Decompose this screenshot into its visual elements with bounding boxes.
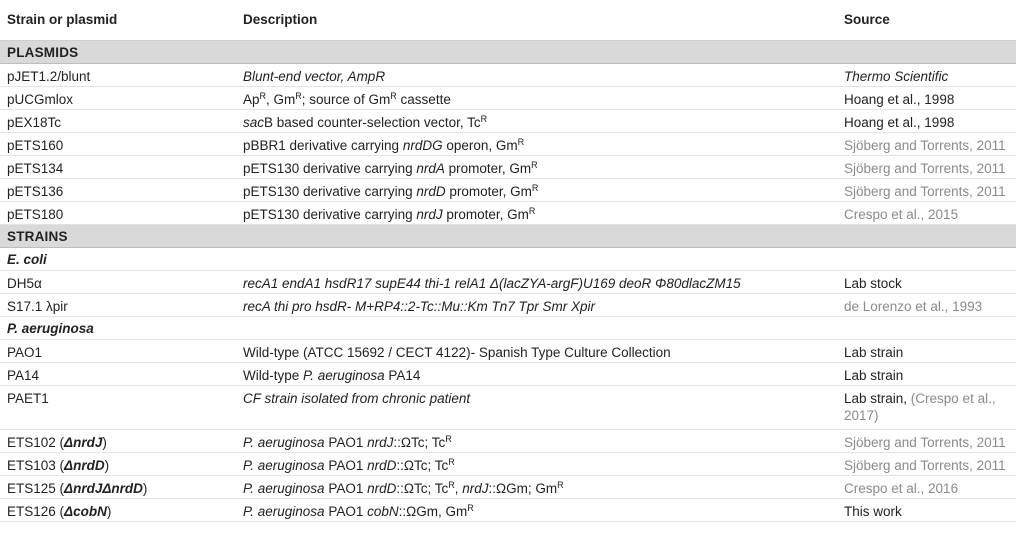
- row-source: This work: [844, 504, 902, 519]
- row-description: pBBR1 derivative carrying nrdDG operon, …: [243, 137, 525, 154]
- row-description: Wild-type (ATCC 15692 / CECT 4122)- Span…: [243, 345, 671, 360]
- row-name: pETS136: [7, 184, 64, 199]
- table-row: S17.1 λpir recA thi pro hsdR- M+RP4::2-T…: [0, 294, 1016, 317]
- section-strains: STRAINS: [0, 225, 1016, 248]
- row-source: Sjöberg and Torrents, 2011: [844, 138, 1006, 153]
- table-row: PAET1 CF strain isolated from chronic pa…: [0, 386, 1016, 430]
- group-label: E. coli: [7, 252, 47, 267]
- row-source: Lab strain: [844, 345, 904, 360]
- header-strain: Strain or plasmid: [7, 12, 118, 27]
- row-source: Crespo et al., 2015: [844, 207, 959, 222]
- header-source: Source: [844, 12, 890, 27]
- row-source: Hoang et al., 1998: [844, 92, 955, 107]
- group-ecoli: E. coli: [0, 248, 1016, 271]
- row-name: pETS180: [7, 207, 64, 222]
- row-description: Wild-type P. aeruginosa PA14: [243, 368, 421, 383]
- row-name: ETS125 (ΔnrdJΔnrdD): [7, 481, 148, 496]
- row-source: Lab strain, (Crespo et al., 2017): [844, 391, 996, 423]
- header-description: Description: [243, 12, 318, 27]
- row-source: Sjöberg and Torrents, 2011: [844, 184, 1006, 199]
- row-name: pEX18Tc: [7, 115, 62, 130]
- row-name: PAET1: [7, 391, 49, 406]
- row-name: ETS103 (ΔnrdD): [7, 458, 110, 473]
- row-description: Blunt-end vector, AmpR: [243, 69, 386, 84]
- table-row: ETS125 (ΔnrdJΔnrdD) P. aeruginosa PAO1 n…: [0, 476, 1016, 499]
- group-paeruginosa: P. aeruginosa: [0, 317, 1016, 340]
- row-name: PAO1: [7, 345, 43, 360]
- section-label: PLASMIDS: [7, 45, 79, 60]
- row-source: Thermo Scientific: [844, 69, 949, 84]
- row-source: Sjöberg and Torrents, 2011: [844, 161, 1006, 176]
- table-row: PAO1 Wild-type (ATCC 15692 / CECT 4122)-…: [0, 340, 1016, 363]
- table-row: ETS103 (ΔnrdD) P. aeruginosa PAO1 nrdD::…: [0, 453, 1016, 476]
- row-description: sacB based counter-selection vector, TcR: [243, 114, 488, 131]
- row-source: Crespo et al., 2016: [844, 481, 959, 496]
- row-name: pETS160: [7, 138, 64, 153]
- strains-plasmids-table: Strain or plasmid Description Source PLA…: [0, 0, 1016, 522]
- row-name: DH5α: [7, 276, 42, 291]
- table-row: pUCGmlox ApR, GmR; source of GmR cassett…: [0, 87, 1016, 110]
- row-source: Lab stock: [844, 276, 902, 291]
- row-description: ApR, GmR; source of GmR cassette: [243, 91, 451, 108]
- row-source: Sjöberg and Torrents, 2011: [844, 435, 1006, 450]
- table-row: pETS160 pBBR1 derivative carrying nrdDG …: [0, 133, 1016, 156]
- section-plasmids: PLASMIDS: [0, 41, 1016, 64]
- row-description: pETS130 derivative carrying nrdD promote…: [243, 183, 539, 200]
- row-source: Lab strain: [844, 368, 904, 383]
- table-row: PA14 Wild-type P. aeruginosa PA14 Lab st…: [0, 363, 1016, 386]
- row-description: CF strain isolated from chronic patient: [243, 391, 471, 406]
- row-name: pJET1.2/blunt: [7, 69, 91, 84]
- row-source: de Lorenzo et al., 1993: [844, 299, 983, 314]
- row-name: ETS102 (ΔnrdJ): [7, 435, 107, 450]
- table-row: DH5α recA1 endA1 hsdR17 supE44 thi-1 rel…: [0, 271, 1016, 294]
- row-source: Sjöberg and Torrents, 2011: [844, 458, 1006, 473]
- row-description: P. aeruginosa PAO1 nrdJ::ΩTc; TcR: [243, 434, 452, 451]
- row-description: pETS130 derivative carrying nrdJ promote…: [243, 206, 536, 223]
- row-name: ETS126 (ΔcobN): [7, 504, 112, 519]
- table-header: Strain or plasmid Description Source: [0, 0, 1016, 41]
- table-row: pJET1.2/blunt Blunt-end vector, AmpR The…: [0, 64, 1016, 87]
- row-name: PA14: [7, 368, 40, 383]
- row-description: pETS130 derivative carrying nrdA promote…: [243, 160, 538, 177]
- row-name: pUCGmlox: [7, 92, 74, 107]
- group-label: P. aeruginosa: [7, 321, 94, 336]
- section-label: STRAINS: [7, 229, 68, 244]
- row-source: Hoang et al., 1998: [844, 115, 955, 130]
- row-description: P. aeruginosa PAO1 cobN::ΩGm, GmR: [243, 503, 474, 520]
- row-name: S17.1 λpir: [7, 299, 68, 314]
- table-row: pETS134 pETS130 derivative carrying nrdA…: [0, 156, 1016, 179]
- row-description: recA1 endA1 hsdR17 supE44 thi-1 relA1 Δ(…: [243, 276, 741, 291]
- table-row: pETS136 pETS130 derivative carrying nrdD…: [0, 179, 1016, 202]
- table-row: ETS126 (ΔcobN) P. aeruginosa PAO1 cobN::…: [0, 499, 1016, 522]
- row-description: recA thi pro hsdR- M+RP4::2-Tc::Mu::Km T…: [243, 299, 595, 314]
- table-row: pEX18Tc sacB based counter-selection vec…: [0, 110, 1016, 133]
- row-description: P. aeruginosa PAO1 nrdD::ΩTc; TcR, nrdJ:…: [243, 480, 564, 497]
- row-name: pETS134: [7, 161, 64, 176]
- row-description: P. aeruginosa PAO1 nrdD::ΩTc; TcR: [243, 457, 455, 474]
- table-row: pETS180 pETS130 derivative carrying nrdJ…: [0, 202, 1016, 225]
- table-row: ETS102 (ΔnrdJ) P. aeruginosa PAO1 nrdJ::…: [0, 430, 1016, 453]
